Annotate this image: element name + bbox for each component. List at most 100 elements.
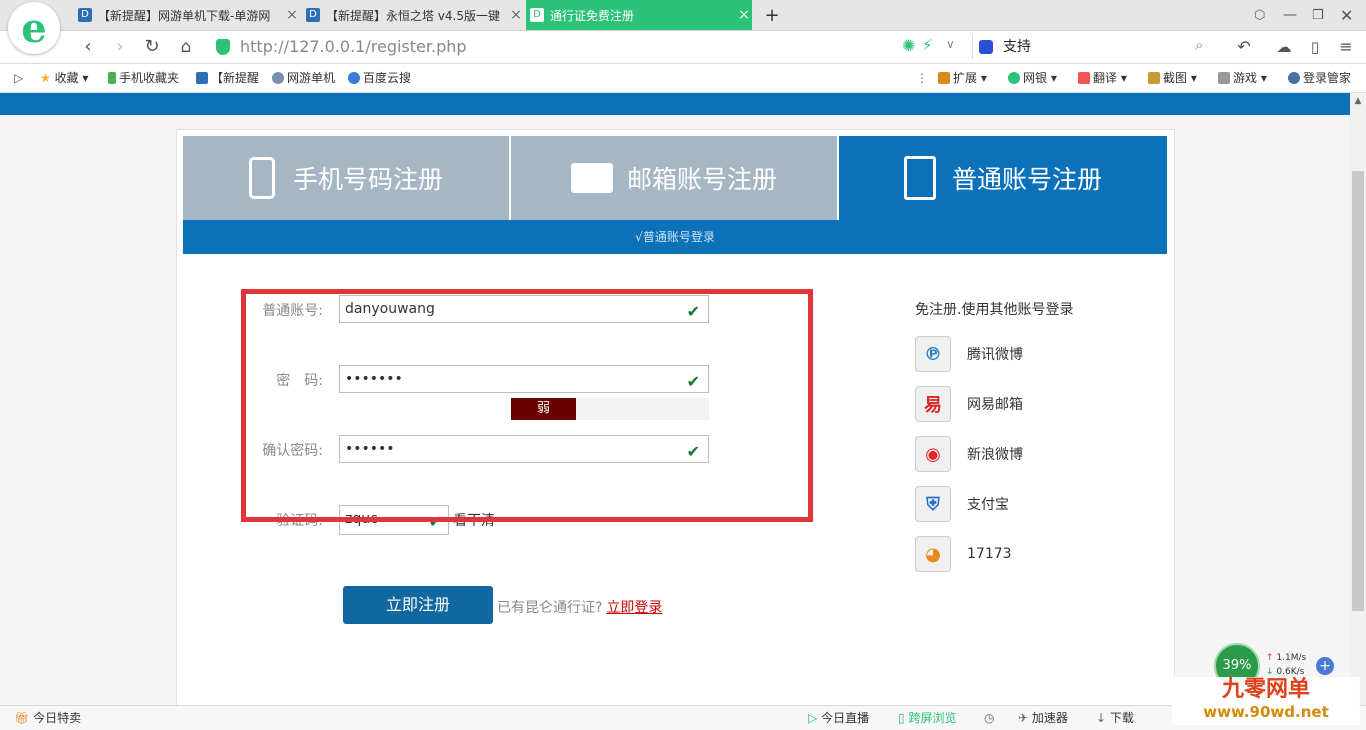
- tab-normal-register[interactable]: 普通账号注册: [839, 136, 1167, 220]
- tab-label: 通行证免费注册: [550, 8, 635, 23]
- translate-icon: [1078, 72, 1090, 84]
- close-icon[interactable]: ×: [284, 7, 300, 23]
- bank-icon: [1008, 72, 1020, 84]
- globe-icon: [272, 72, 284, 84]
- phone-icon: [108, 72, 116, 84]
- more-icon[interactable]: ⋮: [916, 64, 928, 92]
- gift-icon: 🎁︎: [14, 711, 30, 725]
- forward-icon[interactable]: ›: [108, 31, 132, 63]
- search-box[interactable]: 支持 ⌕: [972, 35, 1223, 59]
- skin-icon[interactable]: ⬡: [1254, 0, 1272, 30]
- close-icon[interactable]: ×: [736, 7, 752, 23]
- page-icon: D: [78, 8, 92, 22]
- watermark-url: www.90wd.net: [1203, 703, 1329, 721]
- undo-icon[interactable]: ↶: [1232, 31, 1256, 63]
- register-subtitle: √普通账号登录: [183, 220, 1167, 254]
- vertical-scrollbar[interactable]: ▲: [1350, 93, 1366, 705]
- add-icon[interactable]: +: [1316, 657, 1334, 675]
- tool-screenshot[interactable]: 截图 ▾: [1148, 64, 1197, 92]
- tab-phone-register[interactable]: 手机号码注册: [183, 136, 509, 220]
- status-accelerator[interactable]: ✈ 加速器: [1018, 706, 1068, 730]
- rocket-icon: ✈: [1018, 711, 1029, 725]
- daily-deals[interactable]: 🎁︎ 今日特卖: [14, 706, 81, 730]
- document-icon: [903, 156, 936, 200]
- sidebar-toggle-icon[interactable]: ▷: [14, 64, 23, 92]
- url-text: http://127.0.0.1/register.php: [240, 37, 467, 56]
- gamepad-icon: [1218, 72, 1230, 84]
- phone-icon: [248, 157, 275, 199]
- tool-games[interactable]: 游戏 ▾: [1218, 64, 1267, 92]
- mail-icon: [570, 163, 613, 193]
- phone-sync-icon[interactable]: ▯: [1303, 31, 1327, 63]
- tab-label: 【新提醒】永恒之塔 v4.5版一键: [326, 8, 501, 23]
- close-window-icon[interactable]: ✕: [1340, 0, 1358, 30]
- address-bar: ‹ › ↻ ⌂ http://127.0.0.1/register.php ✺ …: [0, 31, 1366, 64]
- tool-extensions[interactable]: 扩展 ▾: [938, 64, 987, 92]
- bookmark-baidu-cloud[interactable]: 百度云搜: [348, 64, 411, 92]
- login-tencent-weibo[interactable]: ℗ 腾讯微博: [915, 336, 1023, 372]
- search-icon[interactable]: ⌕: [1195, 36, 1203, 54]
- status-download[interactable]: ↓ 下载: [1096, 706, 1134, 730]
- lightning-icon[interactable]: ⚡: [922, 36, 933, 54]
- cloud-icon[interactable]: ☁: [1272, 31, 1296, 63]
- speed-icon[interactable]: ✺: [902, 36, 915, 55]
- minimize-icon[interactable]: —: [1283, 0, 1301, 30]
- netease-mail-icon: 易: [915, 386, 951, 422]
- tab-2[interactable]: D 【新提醒】永恒之塔 v4.5版一键 ×: [302, 0, 524, 30]
- tool-translate[interactable]: 翻译 ▾: [1078, 64, 1127, 92]
- status-cross-screen[interactable]: ▯ 跨屏浏览: [898, 706, 956, 730]
- refresh-icon[interactable]: ↻: [140, 31, 164, 63]
- status-live[interactable]: ▷ 今日直播: [808, 706, 869, 730]
- home-icon[interactable]: ⌂: [174, 31, 198, 63]
- login-link[interactable]: 立即登录: [606, 600, 662, 616]
- status-bar: 🎁︎ 今日特卖 ▷ 今日直播 ▯ 跨屏浏览 ◷ ✈ 加速器 ↓ 下载: [0, 705, 1366, 730]
- tab-1[interactable]: D 【新提醒】网游单机下载-单游网 ×: [74, 0, 300, 30]
- tab-3[interactable]: D 通行证免费注册 ×: [526, 0, 752, 30]
- page-icon: [196, 72, 208, 84]
- third-party-title: 免注册.使用其他账号登录: [915, 302, 1074, 318]
- login-alipay[interactable]: ⛨ 支付宝: [915, 486, 1009, 522]
- key-icon: [1288, 72, 1300, 84]
- maximize-icon[interactable]: ❐: [1312, 0, 1330, 30]
- login-sina-weibo[interactable]: ◉ 新浪微博: [915, 436, 1023, 472]
- register-button[interactable]: 立即注册: [343, 586, 493, 624]
- star-icon: ★: [40, 71, 51, 85]
- bookmark-reminder[interactable]: 【新提醒: [196, 64, 259, 92]
- login-netease-mail[interactable]: 易网易邮箱: [915, 386, 1023, 422]
- page-content: 手机号码注册 邮箱账号注册 普通账号注册 √普通账号登录 普通账号: danyo…: [0, 93, 1350, 705]
- bookmark-games[interactable]: 网游单机: [272, 64, 335, 92]
- back-icon[interactable]: ‹: [76, 31, 100, 63]
- tab-email-register[interactable]: 邮箱账号注册: [511, 136, 837, 220]
- chevron-down-icon[interactable]: ∨: [946, 37, 955, 51]
- tool-login-manager[interactable]: 登录管家: [1288, 64, 1351, 92]
- highlight-box: [241, 289, 813, 522]
- register-card: 手机号码注册 邮箱账号注册 普通账号注册 √普通账号登录 普通账号: danyo…: [176, 129, 1175, 705]
- site-header: [0, 93, 1350, 115]
- menu-icon[interactable]: ≡: [1334, 31, 1358, 63]
- scroll-thumb[interactable]: [1352, 171, 1364, 611]
- phone-icon: ▯: [898, 711, 905, 725]
- page-icon: D: [306, 8, 320, 22]
- tab-label: 【新提醒】网游单机下载-单游网: [98, 8, 271, 23]
- bookmark-mobile[interactable]: 手机收藏夹: [108, 64, 179, 92]
- site-watermark: 九零网单 www.90wd.net: [1172, 677, 1360, 725]
- status-history-icon[interactable]: ◷: [984, 706, 994, 730]
- tab-bar: e D 【新提醒】网游单机下载-单游网 × D 【新提醒】永恒之塔 v4.5版一…: [0, 0, 1366, 54]
- download-speed: ↓ 0.6K/s: [1266, 667, 1305, 677]
- 17173-icon: ◕: [915, 536, 951, 572]
- new-tab-button[interactable]: +: [762, 0, 782, 30]
- cloud-icon: [348, 72, 360, 84]
- login-17173[interactable]: ◕ 17173: [915, 536, 1012, 572]
- tencent-weibo-icon: ℗: [915, 336, 951, 372]
- close-icon[interactable]: ×: [508, 7, 524, 23]
- baidu-icon: [979, 40, 993, 54]
- scroll-up-icon[interactable]: ▲: [1350, 93, 1366, 109]
- tool-banking[interactable]: 网银 ▾: [1008, 64, 1057, 92]
- have-account-text: 已有昆仑通行证? 立即登录: [497, 600, 663, 616]
- bookmark-favorites[interactable]: ★ 收藏 ▾: [40, 64, 88, 92]
- bookmark-bar: ▷ ★ 收藏 ▾ 手机收藏夹 【新提醒 网游单机 百度云搜 ⋮ 扩展 ▾ 网银 …: [0, 64, 1366, 93]
- sina-weibo-icon: ◉: [915, 436, 951, 472]
- search-input[interactable]: 支持: [1003, 35, 1031, 59]
- upload-speed: ↑ 1.1M/s: [1266, 653, 1307, 663]
- url-field[interactable]: http://127.0.0.1/register.php ✺ ⚡ ∨: [212, 35, 972, 59]
